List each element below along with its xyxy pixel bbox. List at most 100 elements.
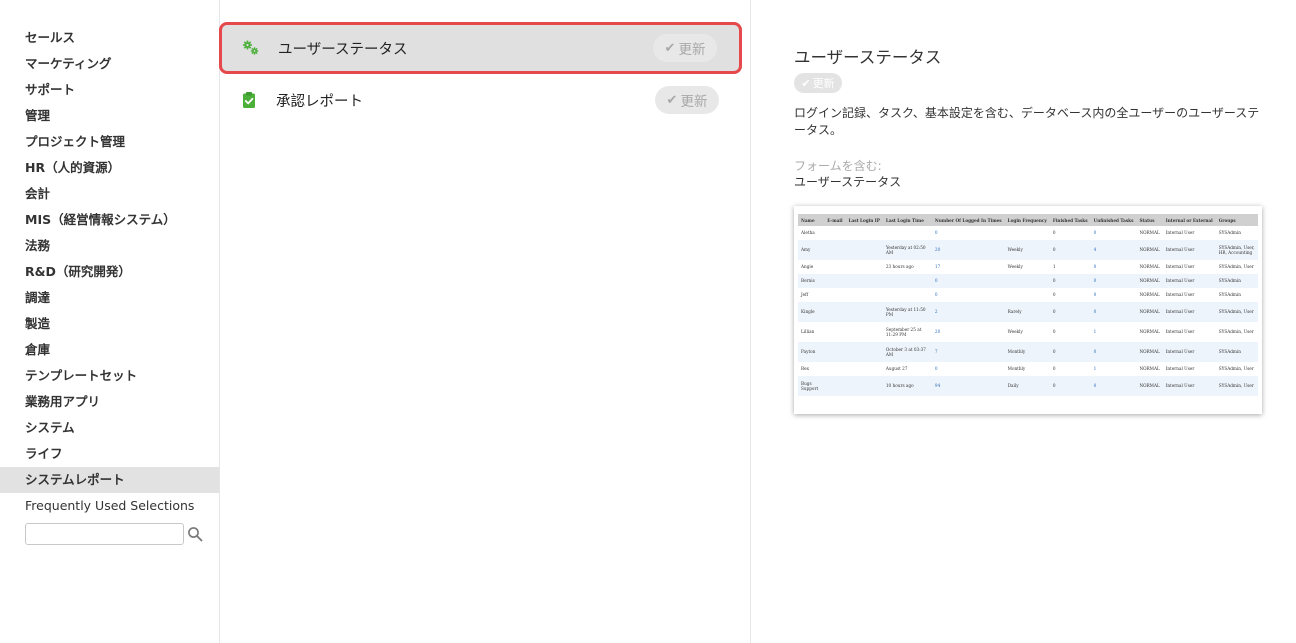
preview-cell [824, 226, 845, 240]
preview-cell: 0 [1049, 376, 1091, 396]
category-item[interactable]: サポート [0, 77, 219, 103]
preview-cell: SYSAdmin, User [1215, 302, 1258, 322]
clipboard-check-icon [243, 92, 255, 108]
category-item[interactable]: マーケティング [0, 51, 219, 77]
preview-cell: 4 [1090, 240, 1137, 260]
frequently-used-link[interactable]: Frequently Used Selections [0, 493, 219, 519]
category-item[interactable]: 会計 [0, 181, 219, 207]
preview-cell: Internal User [1165, 366, 1195, 372]
preview-cell: Internal User [1162, 376, 1216, 396]
category-item[interactable]: HR（人的資源） [0, 155, 219, 181]
preview-header-cell: E-mail [824, 214, 846, 226]
preview-cell: August 27 [885, 366, 908, 372]
preview-cell: 1 [1093, 366, 1097, 372]
category-item[interactable]: テンプレートセット [0, 363, 219, 389]
report-title: 承認レポート [276, 93, 363, 110]
preview-cell: 0 [1093, 230, 1097, 236]
preview-cell: 0 [934, 366, 938, 372]
preview-cell: 0 [931, 274, 1005, 288]
preview-header-cell: Status [1136, 214, 1163, 226]
preview-cell: NORMAL [1139, 264, 1160, 270]
preview-cell: Internal User [1162, 240, 1216, 260]
preview-cell: Monthly [1004, 342, 1050, 362]
search-input[interactable] [25, 523, 184, 545]
preview-cell: 0 [1052, 230, 1056, 236]
preview-row: Aletha 0 0 0 NORMAL Internal User SYSAdmin [798, 226, 1258, 240]
preview-cell: NORMAL [1136, 274, 1163, 288]
preview-cell [824, 274, 846, 288]
category-item[interactable]: セールス [0, 25, 219, 51]
category-item[interactable]: 製造 [0, 311, 219, 337]
preview-cell: 0 [934, 230, 938, 236]
preview-cell: 20 [931, 240, 1005, 260]
preview-cell: NORMAL [1136, 376, 1163, 396]
preview-cell: Lillian [801, 329, 815, 335]
check-icon: ✔ [666, 92, 678, 108]
preview-cell [846, 260, 883, 274]
preview-cell: Rarely [1004, 302, 1050, 322]
preview-header-row: Name E-mail Last Login IP Last Login Tim… [798, 214, 1258, 226]
preview-cell [824, 240, 846, 260]
preview-cell: 0 [1090, 376, 1137, 396]
preview-cell [824, 376, 846, 396]
category-item[interactable]: プロジェクト管理 [0, 129, 219, 155]
detail-update-button[interactable]: ✔ 更新 [794, 73, 842, 93]
preview-cell [824, 288, 845, 302]
preview-cell: 1 [1093, 329, 1097, 335]
preview-cell: Weekly [1007, 329, 1023, 335]
update-button[interactable]: ✔ 更新 [653, 34, 717, 62]
detail-title: ユーザーステータス [794, 48, 942, 67]
category-sidebar: セールス マーケティング サポート 管理 プロジェクト管理 HR（人的資源） 会… [0, 0, 220, 643]
preview-cell [824, 302, 846, 322]
category-item[interactable]: 業務用アプリ [0, 389, 219, 415]
preview-cell [845, 376, 883, 396]
search-icon[interactable] [187, 526, 203, 542]
preview-header-cell: Last Login IP [845, 214, 883, 226]
category-item[interactable]: ライフ [0, 441, 219, 467]
preview-cell [824, 322, 845, 342]
category-item[interactable]: 調達 [0, 285, 219, 311]
preview-cell: Jeff [801, 292, 809, 298]
category-item[interactable]: 倉庫 [0, 337, 219, 363]
category-item[interactable]: MIS（経営情報システム） [0, 207, 219, 233]
preview-cell: Angie [801, 264, 814, 270]
preview-cell: 10 hours ago [882, 376, 932, 396]
preview-cell: Bugs Support [798, 376, 825, 396]
preview-cell [846, 322, 883, 342]
category-item[interactable]: R&D（研究開発） [0, 259, 219, 285]
preview-cell [824, 260, 845, 274]
sidebar-search [0, 523, 219, 547]
preview-cell [1004, 274, 1050, 288]
preview-cell [846, 226, 883, 240]
preview-cell: 7 [931, 342, 1005, 362]
category-item[interactable]: システム [0, 415, 219, 441]
preview-cell: Internal User [1165, 329, 1195, 335]
preview-cell: Internal User [1165, 292, 1195, 298]
preview-cell [824, 342, 846, 362]
preview-cell: NORMAL [1139, 292, 1160, 298]
preview-table: Name E-mail Last Login IP Last Login Tim… [798, 214, 1258, 396]
preview-cell: 23 hours ago [885, 264, 914, 270]
category-item[interactable]: 法務 [0, 233, 219, 259]
preview-cell [882, 274, 932, 288]
preview-row: Bernis 0 0 0 NORMAL Internal User SYSAdmin [798, 274, 1258, 288]
preview-cell: SYSAdmin [1218, 292, 1241, 298]
update-button[interactable]: ✔ 更新 [655, 86, 719, 114]
report-item-approval[interactable]: 承認レポート ✔ 更新 [220, 75, 741, 125]
preview-cell: 0 [1052, 292, 1056, 298]
preview-row: Bugs Support 10 hours ago 94 Daily 0 0 NORMAL I… [798, 376, 1258, 396]
preview-cell: Internal User [1165, 230, 1195, 236]
detail-update-label: 更新 [812, 77, 835, 90]
category-item-active[interactable]: システムレポート [0, 467, 219, 493]
report-item-user-status[interactable]: ユーザーステータス ✔ 更新 [219, 22, 742, 74]
preview-cell: Weekly [1007, 264, 1023, 270]
preview-cell: 20 [934, 329, 941, 335]
preview-cell [824, 362, 845, 376]
preview-row: Kingle Yesterday at 11:50 PM 2 Rarely 0 0 NORM… [798, 302, 1258, 322]
preview-cell: 0 [1052, 329, 1056, 335]
preview-row: Rex August 27 0 Monthly 0 1 NORMAL Internal Use… [798, 362, 1258, 376]
report-title: ユーザーステータス [278, 41, 408, 58]
preview-cell [845, 274, 883, 288]
category-item[interactable]: 管理 [0, 103, 219, 129]
check-icon: ✔ [801, 76, 811, 90]
